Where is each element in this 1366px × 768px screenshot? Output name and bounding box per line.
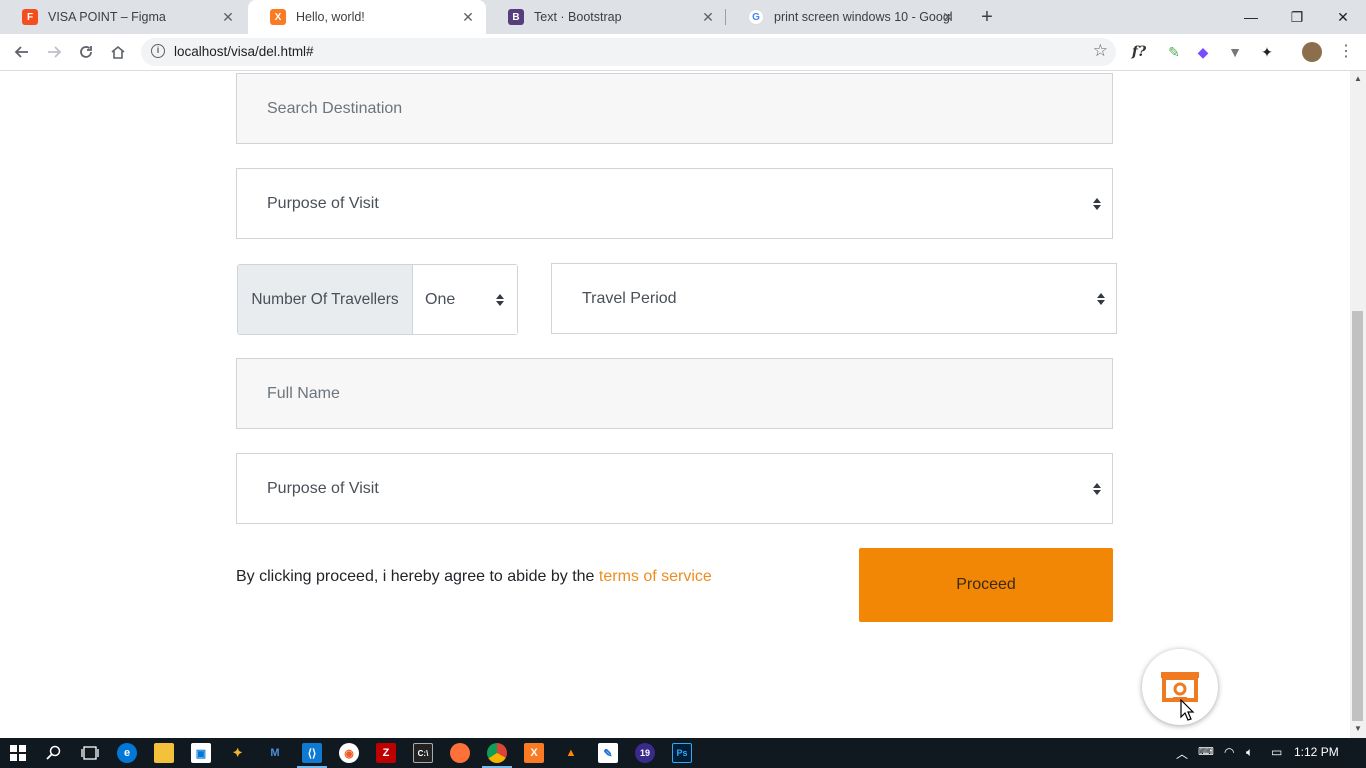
url-text[interactable]: localhost/visa/del.html# [174,44,314,59]
travellers-input-group: Number Of Travellers One [237,264,518,335]
xampp-icon[interactable]: X [524,743,544,763]
full-name-input[interactable]: Full Name [236,358,1113,429]
tab-title: VISA POINT – Figma [48,10,166,24]
tab-hello-world[interactable]: X Hello, world! ✕ [248,0,486,34]
travel-period-value: Travel Period [582,289,677,307]
page-viewport: Search Destination Purpose of Visit Numb… [0,71,1350,738]
paint-icon[interactable]: ✎ [598,743,618,763]
command-prompt-icon[interactable]: C:\ [413,743,433,763]
wifi-icon[interactable]: ◠ [1224,745,1234,759]
close-icon[interactable]: ✕ [700,9,716,25]
tab-strip: F VISA POINT – Figma ✕ X Hello, world! ✕… [0,0,1366,34]
eyedropper-extension-icon[interactable]: ✎ [1164,42,1184,62]
vertical-scrollbar[interactable]: ▲ ▼ [1350,71,1366,738]
travel-period-select[interactable]: Travel Period [551,263,1117,334]
postman-icon[interactable]: ◉ [339,743,359,763]
color-extension-icon[interactable]: ◆ [1193,42,1213,62]
figma-icon: F [22,9,38,25]
google-icon: G [748,9,764,25]
address-bar[interactable]: i localhost/visa/del.html# ☆ [141,38,1116,66]
scroll-down-icon[interactable]: ▼ [1353,724,1363,734]
task-view-icon[interactable] [80,743,100,763]
full-name-placeholder: Full Name [267,384,340,402]
vscode-icon[interactable]: ⟨⟩ [302,743,322,763]
chrome-icon[interactable] [487,743,507,763]
search-destination-input[interactable]: Search Destination [236,73,1113,144]
bootstrap-icon: B [508,9,524,25]
mouse-cursor-icon [1180,699,1195,721]
puzzle-extension-icon[interactable]: ✦ [1257,42,1277,62]
forward-icon[interactable] [41,39,67,65]
purpose-of-visit-select[interactable]: Purpose of Visit [236,168,1113,239]
back-icon[interactable] [9,39,35,65]
bookmark-star-icon[interactable]: ☆ [1093,41,1108,61]
scroll-up-icon[interactable]: ▲ [1353,74,1363,84]
select-caret-icon [1093,197,1101,210]
volume-icon[interactable]: 🔈︎ [1246,745,1253,760]
edge-icon[interactable]: e [117,743,137,763]
tab-google[interactable]: G print screen windows 10 - Googl ✕ [726,0,966,34]
travellers-label: Number Of Travellers [238,265,413,334]
terms-of-service-link[interactable]: terms of service [599,568,712,585]
purpose-of-visit-select-2[interactable]: Purpose of Visit [236,453,1113,524]
browser-toolbar: i localhost/visa/del.html# ☆ f? ✎ ◆ ▼ ✦ … [0,34,1366,71]
taskbar-clock[interactable]: 1:12 PM [1294,745,1339,759]
tab-figma[interactable]: F VISA POINT – Figma ✕ [0,0,246,34]
search-destination-placeholder: Search Destination [267,99,403,117]
info-icon[interactable]: i [151,44,165,58]
window-close-button[interactable]: ✕ [1320,0,1366,34]
proceed-button[interactable]: Proceed [859,548,1113,622]
profile-avatar[interactable] [1302,42,1322,62]
git-icon[interactable]: ⯌ [228,743,248,763]
tab-title: print screen windows 10 - Googl [774,10,953,24]
xampp-icon: X [270,9,286,25]
minimize-button[interactable]: — [1228,0,1274,34]
select-caret-icon [1093,482,1101,495]
select-caret-icon [1097,292,1105,305]
windows-taskbar: e ▣ ⯌ M ⟨⟩ ◉ Z C:\ X ▲ ✎ 19 Ps ︿ ⌨ ◠ 🔈︎ … [0,738,1366,768]
vlc-icon[interactable]: ▲ [561,743,581,763]
m-app-icon[interactable]: M [265,743,285,763]
search-icon[interactable] [44,743,64,763]
home-icon[interactable] [105,39,131,65]
keyboard-icon[interactable]: ⌨ [1198,745,1214,758]
tray-chevron-icon[interactable]: ︿ [1176,745,1188,762]
purpose-of-visit-value: Purpose of Visit [267,479,379,497]
scroll-thumb[interactable] [1352,311,1363,721]
tab-title: Text · Bootstrap [534,10,622,24]
agreement-prefix: By clicking proceed, i hereby agree to a… [236,568,599,585]
photoshop-icon[interactable]: Ps [672,743,692,763]
filezilla-icon[interactable]: Z [376,743,396,763]
formula-extension-icon[interactable]: f? [1129,42,1149,62]
tab-title: Hello, world! [296,10,365,24]
restore-button[interactable]: ❐ [1274,0,1320,34]
close-icon[interactable]: ✕ [220,9,236,25]
firefox-icon[interactable] [450,743,470,763]
travellers-value: One [425,290,456,308]
new-tab-button[interactable]: + [976,6,998,28]
store-icon[interactable]: ▣ [191,743,211,763]
browser-menu-icon[interactable]: ⋮ [1338,42,1354,62]
close-icon[interactable]: ✕ [940,9,956,25]
travellers-select[interactable]: One [413,265,517,334]
reload-icon[interactable] [73,39,99,65]
notification-icon[interactable]: ▭ [1271,745,1282,759]
tab-bootstrap[interactable]: B Text · Bootstrap ✕ [486,0,726,34]
windows-start-icon[interactable] [8,743,28,763]
select-caret-icon [496,293,504,306]
file-explorer-icon[interactable] [154,743,174,763]
vue-extension-icon[interactable]: ▼ [1225,42,1245,62]
terms-agreement-text: By clicking proceed, i hereby agree to a… [236,568,712,586]
purpose-of-visit-value: Purpose of Visit [267,194,379,212]
close-icon[interactable]: ✕ [460,9,476,25]
app-19-icon[interactable]: 19 [635,743,655,763]
